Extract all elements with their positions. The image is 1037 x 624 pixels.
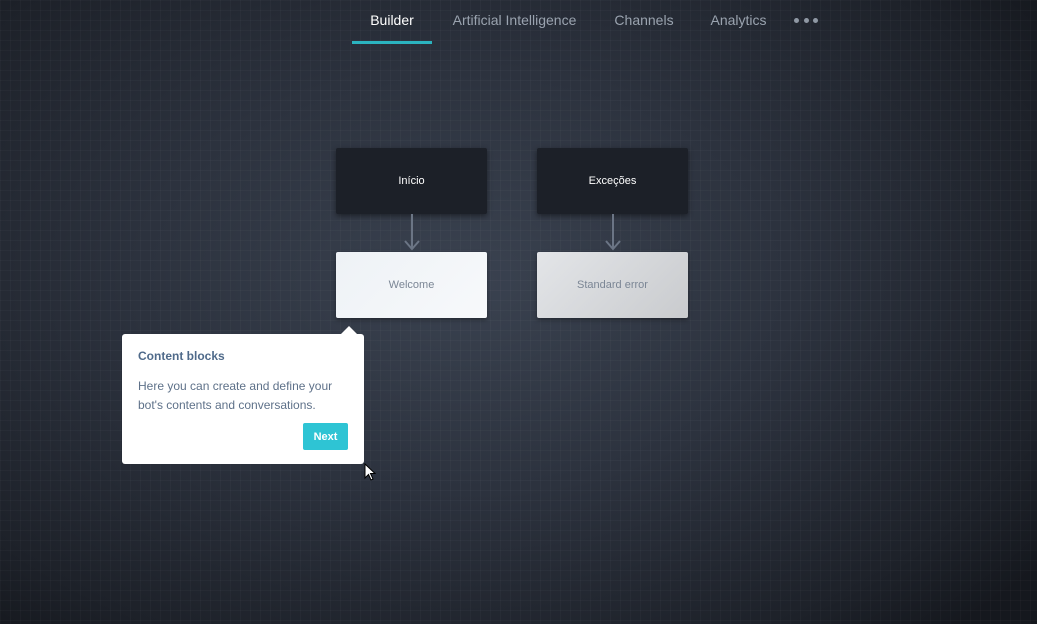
tab-analytics[interactable]: Analytics xyxy=(703,0,774,44)
block-label: Início xyxy=(398,175,425,187)
block-excecoes[interactable]: Exceções xyxy=(537,148,688,214)
tab-channels[interactable]: Channels xyxy=(608,0,680,44)
connector-arrow-icon xyxy=(404,214,420,251)
block-label: Standard error xyxy=(577,279,648,291)
mouse-cursor-icon xyxy=(364,463,376,481)
block-inicio[interactable]: Início xyxy=(336,148,487,214)
block-label: Exceções xyxy=(588,175,637,187)
tab-artificial-intelligence[interactable]: Artificial Intelligence xyxy=(445,0,584,44)
tab-builder[interactable]: Builder xyxy=(352,0,432,44)
block-standard-error[interactable]: Standard error xyxy=(537,252,688,318)
onboarding-tooltip: Content blocks Here you can create and d… xyxy=(122,326,364,464)
connector-arrow-icon xyxy=(605,214,621,251)
block-label: Welcome xyxy=(388,279,435,291)
next-button[interactable]: Next xyxy=(303,423,348,450)
builder-canvas-grid xyxy=(0,0,1037,624)
more-horizontal-icon[interactable] xyxy=(794,10,818,30)
tooltip-body: Here you can create and define your bot'… xyxy=(138,379,333,412)
top-nav: Builder Artificial Intelligence Channels… xyxy=(0,0,1037,46)
block-welcome[interactable]: Welcome xyxy=(336,252,487,318)
tooltip-title: Content blocks xyxy=(138,349,225,363)
